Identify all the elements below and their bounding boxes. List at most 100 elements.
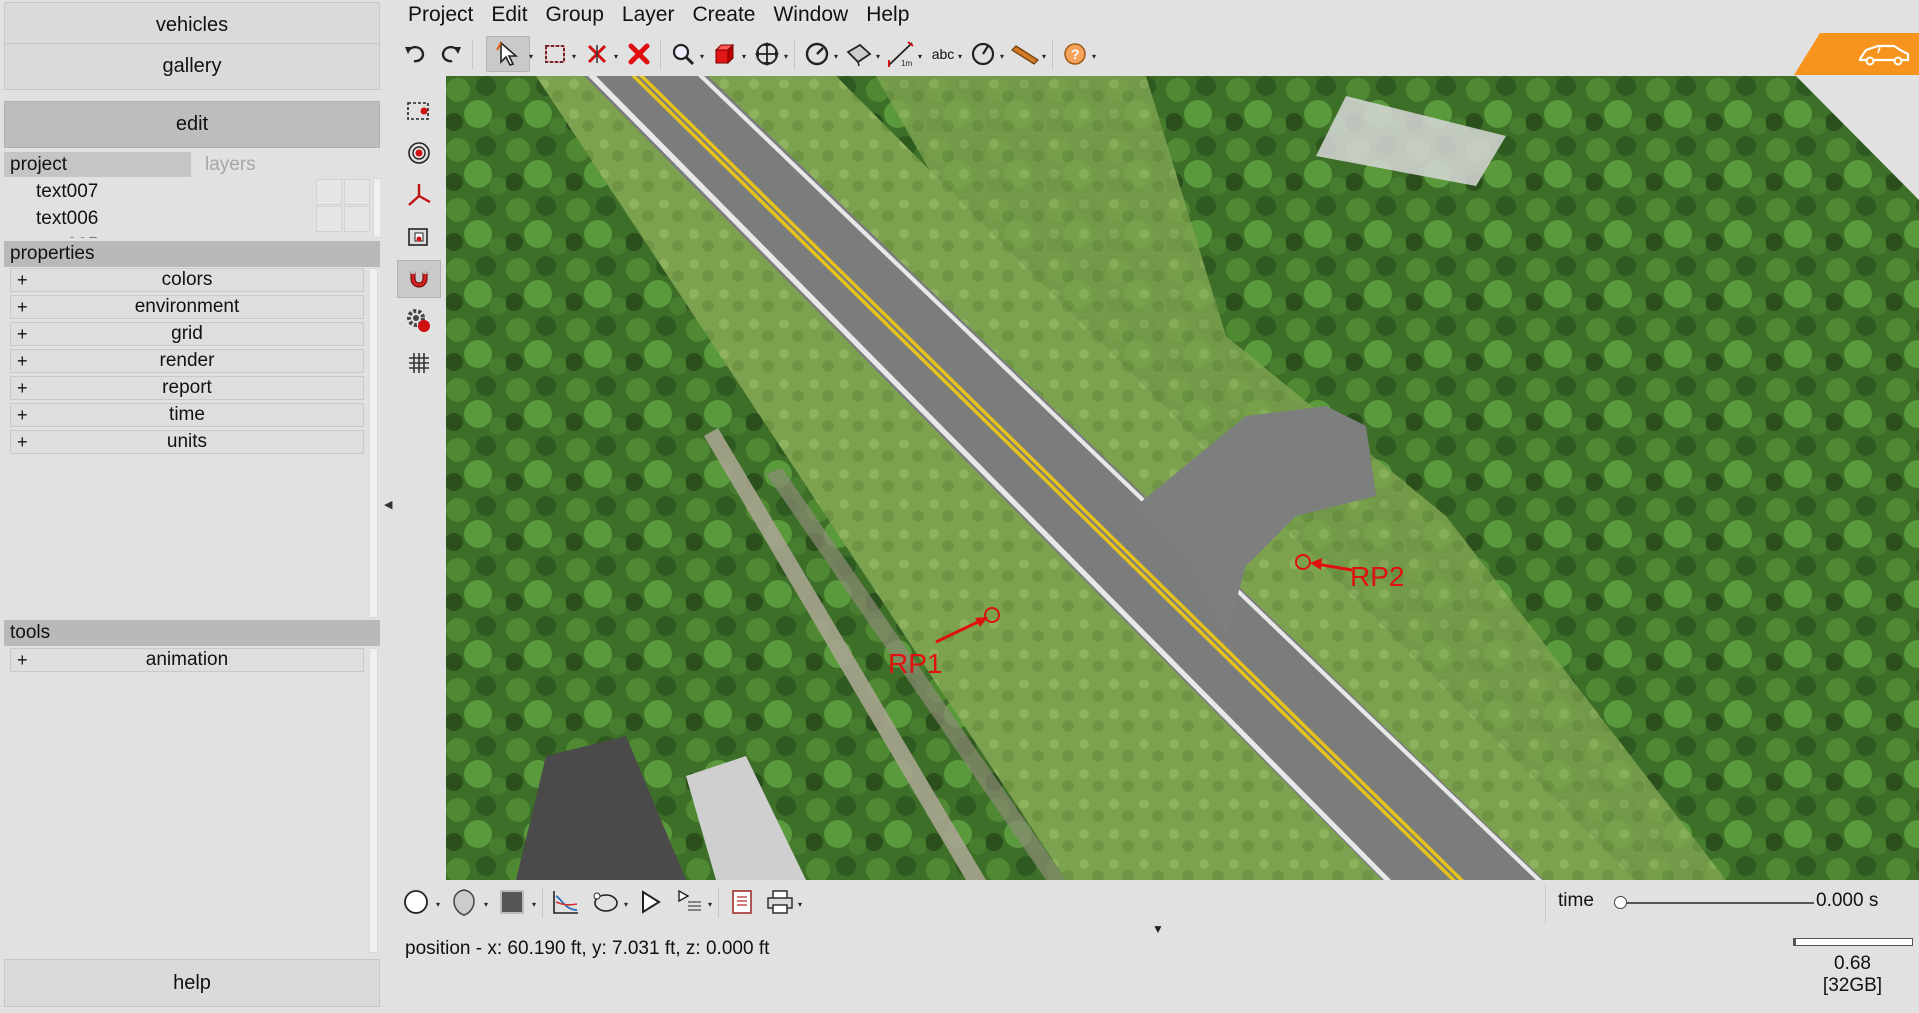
layer-lock-toggle[interactable] bbox=[344, 179, 370, 205]
svg-text:1m: 1m bbox=[901, 59, 912, 68]
target-icon bbox=[408, 142, 430, 164]
gauge-button[interactable] bbox=[800, 36, 834, 72]
chevron-down-icon[interactable]: ▾ bbox=[1042, 52, 1048, 61]
grid-tool-button[interactable] bbox=[397, 344, 441, 382]
chevron-down-icon[interactable]: ▾ bbox=[798, 900, 804, 909]
settings-tool-button[interactable] bbox=[397, 302, 441, 340]
chevron-down-icon[interactable]: ▾ bbox=[1000, 52, 1006, 61]
dial-button[interactable] bbox=[966, 36, 1000, 72]
tab-layers[interactable]: layers bbox=[199, 152, 380, 177]
layer-item[interactable]: text006 bbox=[36, 205, 98, 232]
axis-icon bbox=[408, 184, 431, 206]
chevron-down-icon[interactable]: ▾ bbox=[614, 52, 620, 61]
layer-list-scrollbar[interactable] bbox=[373, 178, 380, 238]
property-environment[interactable]: + environment bbox=[10, 295, 364, 319]
time-slider-handle[interactable] bbox=[1614, 896, 1627, 909]
property-grid[interactable]: + grid bbox=[10, 322, 364, 346]
menu-layer[interactable]: Layer bbox=[612, 0, 683, 34]
select-tool-button[interactable] bbox=[486, 36, 530, 72]
menu-project[interactable]: Project bbox=[398, 0, 481, 34]
property-report[interactable]: + report bbox=[10, 376, 364, 400]
tool-animation[interactable]: + animation bbox=[10, 648, 364, 672]
tab-project[interactable]: project bbox=[4, 152, 191, 177]
chevron-down-icon[interactable]: ▾ bbox=[532, 900, 538, 909]
help-tool-button[interactable]: ? bbox=[1058, 36, 1092, 72]
3d-viewport[interactable]: RP1 RP2 bbox=[446, 76, 1919, 880]
chevron-down-icon[interactable]: ▾ bbox=[436, 900, 442, 909]
shield-button[interactable] bbox=[446, 882, 482, 922]
menu-create[interactable]: Create bbox=[682, 0, 763, 34]
vehicle-badge-icon[interactable] bbox=[1794, 33, 1919, 75]
chevron-down-icon[interactable]: ▾ bbox=[529, 52, 535, 61]
property-render[interactable]: + render bbox=[10, 349, 364, 373]
properties-scrollbar[interactable] bbox=[369, 268, 378, 618]
left-panel: vehicles gallery edit project layers tex… bbox=[0, 0, 384, 1013]
time-slider-track[interactable] bbox=[1618, 902, 1814, 904]
chevron-down-icon[interactable]: ▾ bbox=[784, 52, 790, 61]
chevron-down-icon[interactable]: ▾ bbox=[708, 900, 714, 909]
delete-button[interactable] bbox=[622, 36, 656, 72]
menu-window[interactable]: Window bbox=[763, 0, 856, 34]
plane-button[interactable] bbox=[842, 36, 876, 72]
chevron-down-icon[interactable]: ▾ bbox=[624, 900, 630, 909]
camera-tool-button[interactable] bbox=[397, 92, 441, 130]
menu-help[interactable]: Help bbox=[856, 0, 917, 34]
axis-tool-button[interactable] bbox=[397, 176, 441, 214]
layer-visibility-toggle[interactable] bbox=[316, 179, 342, 205]
tools-scrollbar[interactable] bbox=[369, 648, 378, 953]
chevron-down-icon[interactable]: ▾ bbox=[918, 52, 924, 61]
chevron-down-icon[interactable]: ▾ bbox=[958, 52, 964, 61]
tools-header[interactable]: tools bbox=[4, 620, 380, 646]
chevron-down-icon[interactable]: ▾ bbox=[1092, 52, 1098, 61]
side-toolbar bbox=[397, 92, 445, 392]
redo-button[interactable] bbox=[434, 36, 468, 72]
pan-button[interactable] bbox=[750, 36, 784, 72]
graph-button[interactable] bbox=[548, 882, 584, 922]
chevron-down-icon[interactable]: ▼ bbox=[1152, 922, 1164, 936]
chevron-down-icon[interactable]: ▾ bbox=[876, 52, 882, 61]
text-tool-button[interactable]: abc bbox=[926, 36, 960, 72]
delete-points-button[interactable] bbox=[580, 36, 614, 72]
square-fill-icon bbox=[500, 890, 524, 914]
sphere-button[interactable] bbox=[398, 882, 434, 922]
properties-header[interactable]: properties bbox=[4, 241, 380, 267]
layer-item[interactable]: text005 bbox=[36, 232, 98, 238]
layer-lock-toggle[interactable] bbox=[344, 206, 370, 232]
property-colors[interactable]: + colors bbox=[10, 268, 364, 292]
expand-icon: + bbox=[17, 324, 28, 344]
snapshot-tool-button[interactable] bbox=[397, 218, 441, 256]
layer-visibility-toggle[interactable] bbox=[316, 206, 342, 232]
animation-path-button[interactable] bbox=[588, 882, 624, 922]
property-units[interactable]: + units bbox=[10, 430, 364, 454]
target-tool-button[interactable] bbox=[397, 134, 441, 172]
collapse-panel-icon[interactable]: ◀ bbox=[384, 498, 392, 511]
rect-select-button[interactable] bbox=[538, 36, 572, 72]
zoom-button[interactable] bbox=[666, 36, 700, 72]
property-label: time bbox=[169, 404, 205, 425]
menu-edit[interactable]: Edit bbox=[481, 0, 535, 34]
help-button[interactable]: help bbox=[4, 959, 380, 1007]
chevron-down-icon[interactable]: ▾ bbox=[700, 52, 706, 61]
ruler-button[interactable] bbox=[1008, 36, 1042, 72]
layer-item[interactable]: text007 bbox=[36, 178, 98, 205]
menu-group[interactable]: Group bbox=[536, 0, 612, 34]
dial-icon bbox=[971, 42, 995, 66]
play-button[interactable] bbox=[632, 882, 668, 922]
chevron-down-icon[interactable]: ▾ bbox=[834, 52, 840, 61]
report-button[interactable] bbox=[724, 882, 760, 922]
chevron-down-icon[interactable]: ▾ bbox=[572, 52, 578, 61]
chevron-down-icon[interactable]: ▾ bbox=[742, 52, 748, 61]
magnet-tool-button[interactable] bbox=[397, 260, 441, 298]
playlist-button[interactable] bbox=[672, 882, 708, 922]
property-time[interactable]: + time bbox=[10, 403, 364, 427]
scale-button[interactable]: 1m bbox=[884, 36, 918, 72]
edit-button[interactable]: edit bbox=[4, 101, 380, 148]
cube-button[interactable] bbox=[708, 36, 742, 72]
memory-total: [32GB] bbox=[1822, 975, 1883, 996]
undo-button[interactable] bbox=[398, 36, 432, 72]
chevron-down-icon[interactable]: ▾ bbox=[484, 900, 490, 909]
print-button[interactable] bbox=[762, 882, 798, 922]
gallery-button[interactable]: gallery bbox=[4, 43, 380, 90]
fill-button[interactable] bbox=[494, 882, 530, 922]
vehicles-button[interactable]: vehicles bbox=[4, 2, 380, 49]
